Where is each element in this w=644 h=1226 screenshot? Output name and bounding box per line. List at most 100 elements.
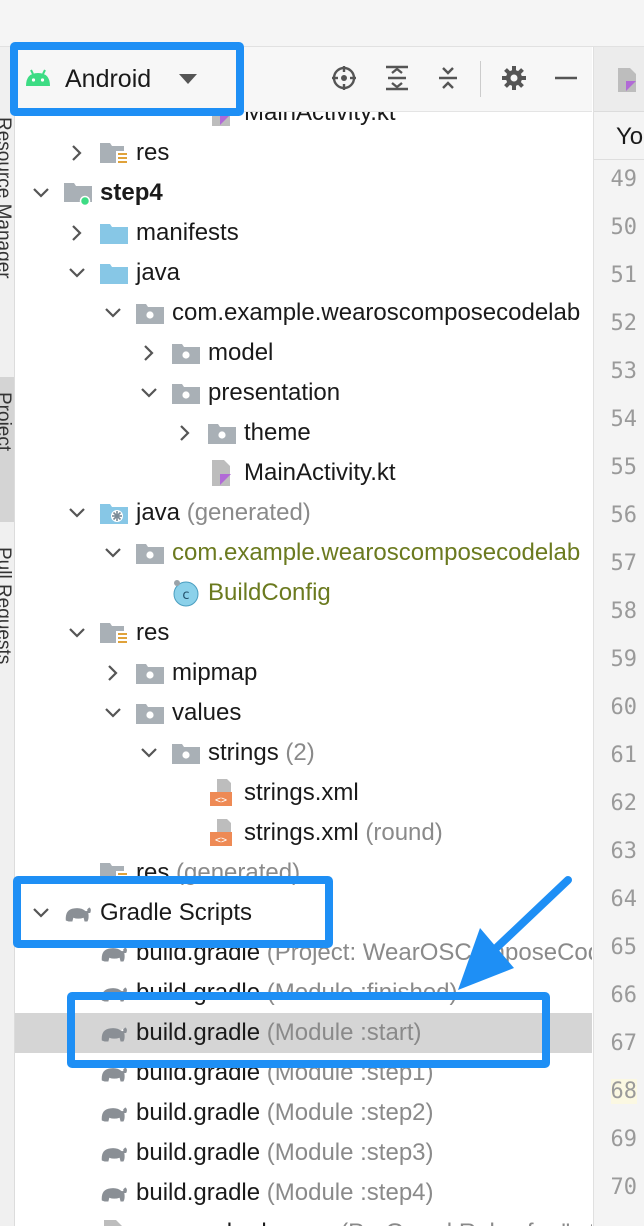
expand-all-icon[interactable]: [382, 63, 412, 93]
tree-row[interactable]: theme: [15, 413, 592, 453]
chevron-right-icon[interactable]: [102, 662, 124, 684]
tree-row-label: proguard-rules.pro (ProGuard Rules for "…: [136, 1219, 592, 1226]
tree-row[interactable]: strings (2): [15, 733, 592, 773]
tree-item-name: build.gradle: [136, 939, 261, 966]
module-icon: [63, 178, 93, 208]
side-tab-project[interactable]: Project: [0, 392, 14, 451]
tree-item-suffix: (round): [358, 819, 443, 846]
line-number: 50: [610, 215, 638, 240]
tree-item-name: com.example.wearoscomposecodelab: [172, 299, 581, 326]
tree-item-name: build.gradle: [136, 979, 261, 1006]
tree-row[interactable]: com.example.wearoscomposecodelab: [15, 293, 592, 333]
chevron-down-icon[interactable]: [102, 302, 124, 324]
gradle-icon: [99, 1018, 129, 1048]
tree-row[interactable]: build.gradle (Module :start): [15, 1013, 592, 1053]
view-selector-dropdown[interactable]: Android: [25, 57, 198, 101]
tree-row-label: build.gradle (Module :step1): [136, 1059, 434, 1087]
tree-row-label: values: [172, 699, 241, 727]
tree-item-name: step4: [100, 179, 163, 206]
tree-row[interactable]: mipmap: [15, 653, 592, 693]
tree-row-label: build.gradle (Module :step4): [136, 1179, 434, 1207]
line-number: 49: [610, 167, 638, 192]
chevron-down-icon[interactable]: [66, 502, 88, 524]
chevron-right-icon[interactable]: [174, 422, 196, 444]
tree-item-suffix: (ProGuard Rules for ":step4"): [333, 1219, 592, 1226]
tree-row-label: strings.xml: [244, 779, 359, 807]
tree-row-label: mipmap: [172, 659, 257, 687]
chevron-right-icon[interactable]: [66, 222, 88, 244]
package-icon: [171, 738, 201, 768]
res-folder-icon: [99, 618, 129, 648]
tree-row[interactable]: java: [15, 253, 592, 293]
tree-row[interactable]: java (generated): [15, 493, 592, 533]
tree-item-name: java: [136, 259, 181, 286]
tree-row[interactable]: c BuildConfig: [15, 573, 592, 613]
kotlin-file-icon[interactable]: [616, 67, 640, 98]
tree-item-name: res: [136, 619, 170, 646]
tree-row[interactable]: build.gradle (Module :step2): [15, 1093, 592, 1133]
arrow-annotation-icon: [458, 876, 572, 990]
chevron-down-icon[interactable]: [66, 262, 88, 284]
chevron-down-icon[interactable]: [102, 542, 124, 564]
side-tab-pull-requests[interactable]: Pull Requests: [0, 547, 14, 664]
gear-icon[interactable]: [499, 63, 529, 93]
chevron-right-icon[interactable]: [138, 342, 160, 364]
tree-item-name: proguard-rules.pro: [136, 1219, 333, 1226]
line-number: 59: [610, 647, 638, 672]
tree-item-suffix: (Module :step1): [260, 1059, 434, 1086]
side-tab-resource-manager[interactable]: Resource Manager: [0, 117, 14, 279]
line-number: 64: [610, 887, 638, 912]
xml-file-icon: <>: [207, 818, 237, 848]
tree-row[interactable]: step4: [15, 173, 592, 213]
tree-row[interactable]: proguard-rules.pro (ProGuard Rules for "…: [15, 1213, 592, 1226]
gradle-icon: [99, 978, 129, 1008]
tree-row-label: build.gradle (Module :finished): [136, 979, 458, 1007]
tree-row-label: manifests: [136, 219, 239, 247]
tree-row[interactable]: build.gradle (Module :step1): [15, 1053, 592, 1093]
chevron-down-icon[interactable]: [102, 702, 124, 724]
tree-row[interactable]: res: [15, 613, 592, 653]
tree-row-label: com.example.wearoscomposecodelab: [172, 299, 580, 327]
svg-text:c: c: [182, 588, 189, 603]
collapse-all-icon[interactable]: [433, 63, 463, 93]
chevron-down-icon[interactable]: [66, 622, 88, 644]
tree-row[interactable]: build.gradle (Module :step3): [15, 1133, 592, 1173]
line-number: 65: [610, 935, 638, 960]
tree-item-name: com.example.wearoscomposecodelab: [172, 539, 581, 566]
tree-row[interactable]: presentation: [15, 373, 592, 413]
chevron-right-icon[interactable]: [66, 142, 88, 164]
chevron-down-icon[interactable]: [138, 382, 160, 404]
chevron-down-icon[interactable]: [138, 742, 160, 764]
tree-item-name: mipmap: [172, 659, 258, 686]
tree-row[interactable]: values: [15, 693, 592, 733]
tree-row[interactable]: res: [15, 133, 592, 173]
tree-row[interactable]: model: [15, 333, 592, 373]
folder-icon: [99, 258, 129, 288]
minimize-icon[interactable]: [551, 63, 581, 93]
tree-row[interactable]: <> strings.xml: [15, 773, 592, 813]
kotlin-file-icon: [207, 458, 237, 488]
tree-row[interactable]: <> strings.xml (round): [15, 813, 592, 853]
tree-item-name: manifests: [136, 219, 239, 246]
tree-item-name: MainActivity.kt: [244, 459, 396, 486]
tree-row-label: Gradle Scripts: [100, 899, 252, 927]
tree-item-name: res: [136, 139, 170, 166]
gradle-icon: [99, 938, 129, 968]
svg-text:<>: <>: [215, 835, 227, 846]
folder-icon: [99, 218, 129, 248]
package-icon: [207, 418, 237, 448]
tree-item-suffix: (Module :step4): [260, 1179, 434, 1206]
svg-text:<>: <>: [215, 795, 227, 806]
tree-row[interactable]: com.example.wearoscomposecodelab: [15, 533, 592, 573]
tree-row[interactable]: manifests: [15, 213, 592, 253]
tree-item-name: build.gradle: [136, 1059, 261, 1086]
tree-item-name: build.gradle: [136, 1139, 261, 1166]
package-icon: [135, 538, 165, 568]
tree-row-label: strings.xml (round): [244, 819, 443, 847]
chevron-down-icon[interactable]: [30, 902, 52, 924]
chevron-down-icon[interactable]: [30, 182, 52, 204]
locate-icon[interactable]: [329, 63, 359, 93]
line-number: 61: [610, 743, 638, 768]
tree-row[interactable]: MainActivity.kt: [15, 453, 592, 493]
tree-row[interactable]: build.gradle (Module :step4): [15, 1173, 592, 1213]
